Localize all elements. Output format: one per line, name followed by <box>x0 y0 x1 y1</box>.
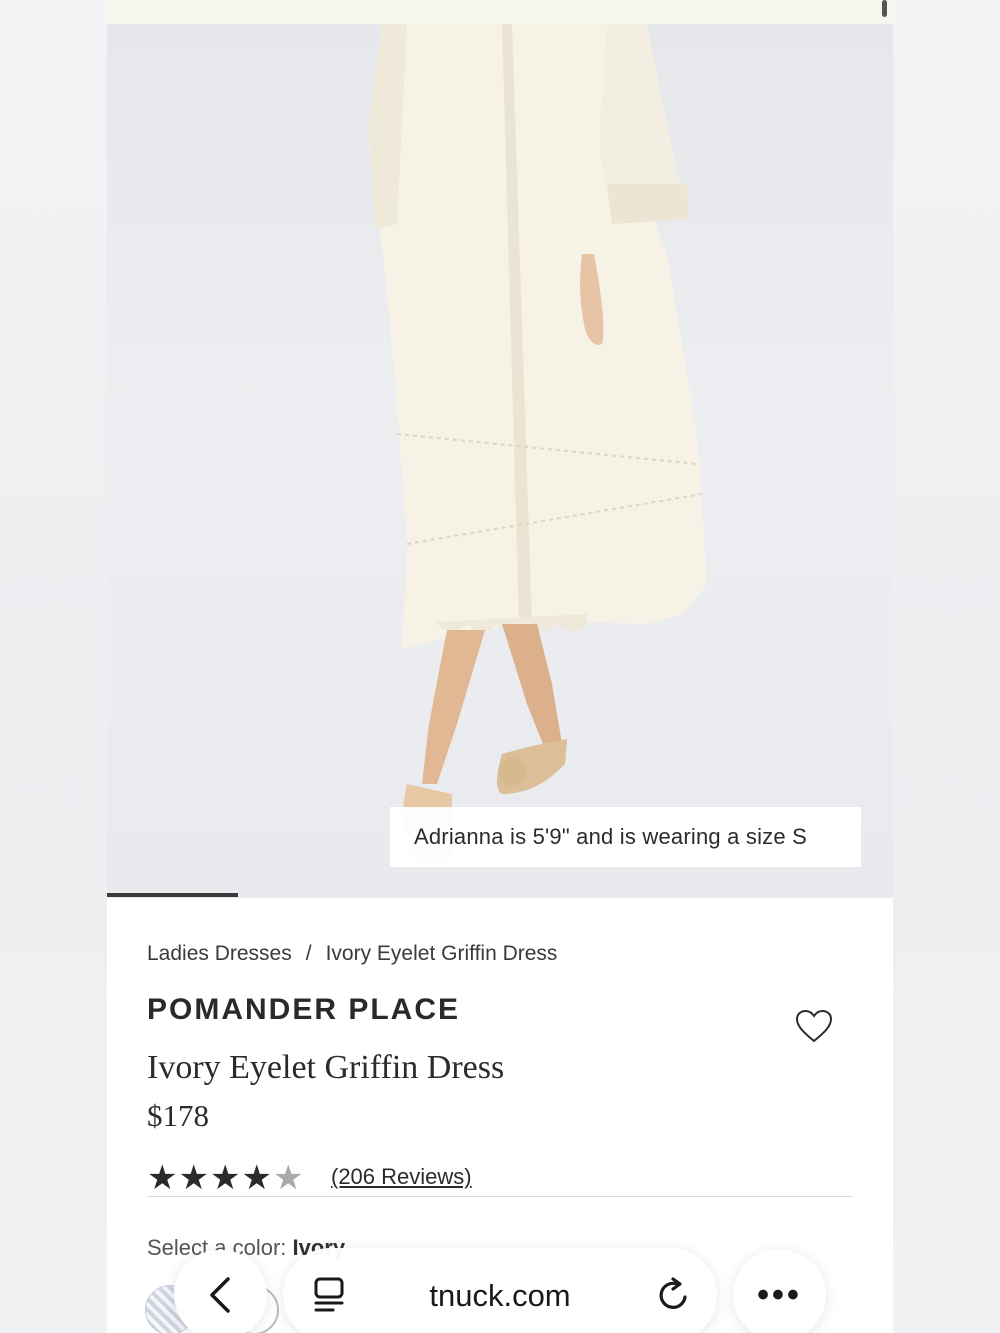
product-image[interactable]: Adrianna is 5'9" and is wearing a size S <box>107 24 893 898</box>
product-price: $178 <box>147 1098 209 1133</box>
chevron-left-icon <box>209 1277 230 1313</box>
star-empty-icon: ★ <box>272 1159 304 1197</box>
top-banner-strip <box>107 0 893 24</box>
breadcrumb-separator: / <box>305 942 312 965</box>
back-button[interactable] <box>174 1250 267 1333</box>
url-text[interactable]: tnuck.com <box>283 1278 717 1314</box>
star-icon: ★ <box>209 1159 241 1197</box>
star-icon: ★ <box>178 1159 209 1197</box>
breadcrumb-item-current: Ivory Eyelet Griffin Dress <box>325 942 558 965</box>
address-bar[interactable]: tnuck.com <box>283 1248 717 1333</box>
breadcrumb: Ladies Dresses / Ivory Eyelet Griffin Dr… <box>147 942 557 966</box>
heart-icon[interactable] <box>794 1008 834 1044</box>
breadcrumb-item-category[interactable]: Ladies Dresses <box>147 942 292 966</box>
product-title: Ivory Eyelet Griffin Dress <box>147 1049 505 1086</box>
product-page: Adrianna is 5'9" and is wearing a size S… <box>107 0 893 1333</box>
reload-icon[interactable] <box>655 1276 693 1314</box>
more-menu-button[interactable]: ••• <box>733 1250 826 1333</box>
brand-name[interactable]: POMANDER PLACE <box>147 993 460 1027</box>
reviews-link[interactable]: (206 Reviews) <box>331 1164 472 1190</box>
rating-stars[interactable]: ★ ★ ★ ★ ★ <box>147 1160 303 1196</box>
more-dots-icon: ••• <box>757 1275 802 1314</box>
divider <box>147 1196 853 1197</box>
model-size-caption: Adrianna is 5'9" and is wearing a size S <box>390 807 861 867</box>
scrollbar-thumb[interactable] <box>882 0 887 17</box>
star-icon: ★ <box>241 1159 272 1197</box>
dress-illustration <box>369 24 707 864</box>
star-icon: ★ <box>147 1159 178 1197</box>
image-carousel-progress <box>107 893 238 897</box>
